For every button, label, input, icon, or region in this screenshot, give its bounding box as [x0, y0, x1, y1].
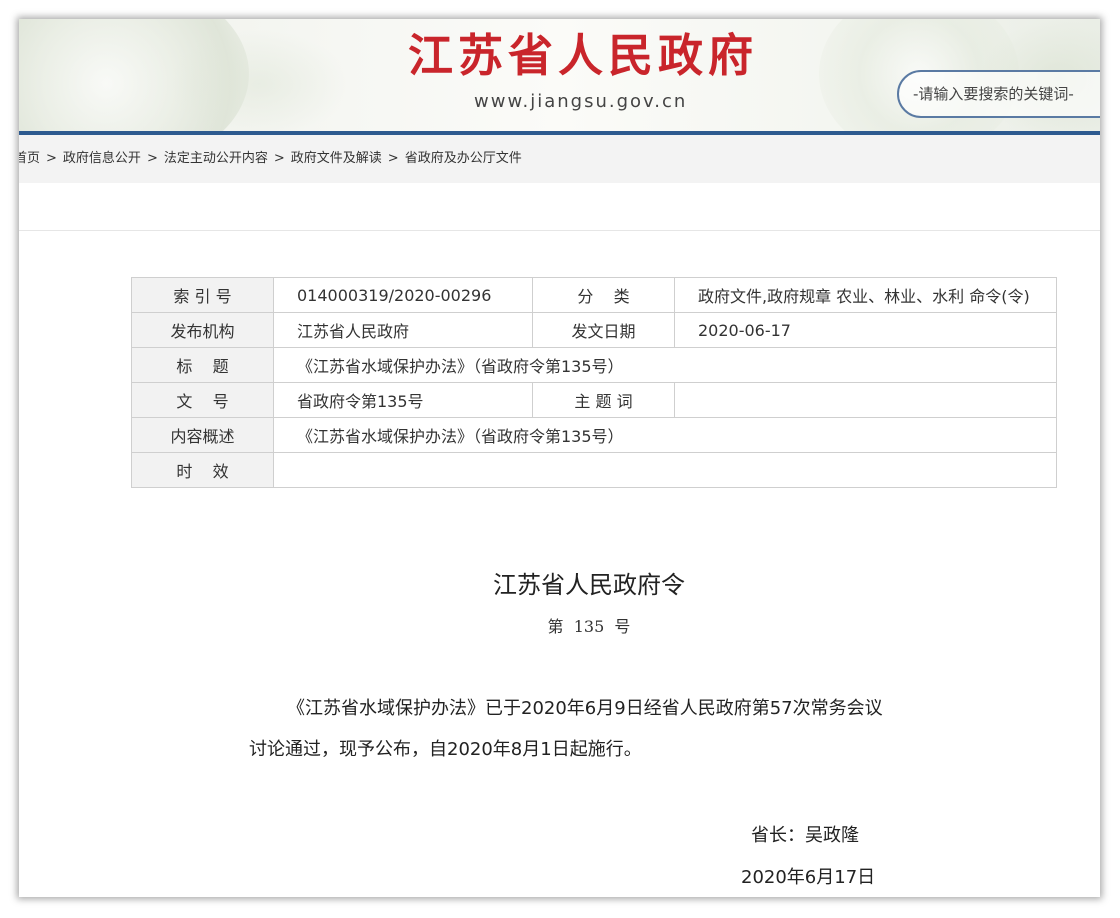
category-value: 政府文件,政府规章 农业、林业、水利 命令(令)	[674, 277, 1057, 313]
doc-number-value: 省政府令第135号	[273, 382, 533, 418]
validity-label: 时 效	[131, 452, 274, 488]
publisher-value: 江苏省人民政府	[273, 312, 533, 348]
section-divider	[19, 230, 1100, 231]
summary-value: 《江苏省水域保护办法》（省政府令第135号）	[273, 417, 1057, 453]
doc-number-label: 文 号	[131, 382, 274, 418]
breadcrumb-gov-documents[interactable]: 政府文件及解读	[291, 151, 382, 166]
index-label: 索 引 号	[131, 277, 274, 313]
index-value: 014000319/2020-00296	[273, 277, 533, 313]
document-meta-table: 索 引 号 014000319/2020-00296 分 类 政府文件,政府规章…	[131, 277, 1057, 488]
publisher-label: 发布机构	[131, 312, 274, 348]
table-row: 内容概述 《江苏省水域保护办法》（省政府令第135号）	[131, 417, 1057, 453]
date-value: 2020-06-17	[674, 312, 1057, 348]
title-label: 标 题	[131, 347, 274, 383]
validity-value	[273, 452, 1057, 488]
breadcrumb-statutory-content[interactable]: 法定主动公开内容	[164, 151, 268, 166]
keywords-value	[674, 382, 1057, 418]
title-value: 《江苏省水域保护办法》（省政府令第135号）	[273, 347, 1057, 383]
breadcrumb-gov-info[interactable]: 政府信息公开	[63, 151, 141, 166]
site-header: 江苏省人民政府 www.jiangsu.gov.cn	[19, 19, 1100, 134]
breadcrumb-separator: >	[146, 151, 158, 166]
table-row: 索 引 号 014000319/2020-00296 分 类 政府文件,政府规章…	[131, 277, 1057, 313]
site-title: 江苏省人民政府	[408, 29, 759, 82]
decorative-leaves	[169, 29, 349, 134]
search-input[interactable]	[913, 83, 1100, 105]
table-row: 发布机构 江苏省人民政府 发文日期 2020-06-17	[131, 312, 1057, 348]
body-paragraph: 讨论通过，现予公布，自2020年8月1日起施行。	[249, 739, 642, 760]
breadcrumb-provincial-documents[interactable]: 省政府及办公厅文件	[405, 151, 522, 166]
breadcrumb-separator: >	[46, 151, 57, 166]
search-box[interactable]	[897, 70, 1100, 118]
page-frame: 江苏省人民政府 www.jiangsu.gov.cn 首页 > 政府信息公开 > 法定主…	[19, 19, 1100, 897]
document-title: 江苏省人民政府令	[493, 571, 685, 599]
document-number: 第 135 号	[547, 617, 631, 636]
body-paragraph: 《江苏省水域保护办法》已于2020年6月9日经省人民政府第57次常务会议	[287, 698, 883, 719]
category-label: 分 类	[532, 277, 675, 313]
breadcrumb-home[interactable]: 首页	[19, 151, 40, 166]
table-row: 时 效	[131, 452, 1057, 488]
table-row: 文 号 省政府令第135号 主 题 词	[131, 382, 1057, 418]
sign-date: 2020年6月17日	[741, 867, 876, 888]
breadcrumb: 首页 > 政府信息公开 > 法定主动公开内容 > 政府文件及解读 > 省政府及办公厅文件	[19, 135, 1100, 183]
table-row: 标 题 《江苏省水域保护办法》（省政府令第135号）	[131, 347, 1057, 383]
summary-label: 内容概述	[131, 417, 274, 453]
signer: 省长：吴政隆	[751, 825, 859, 846]
keywords-label: 主 题 词	[532, 382, 675, 418]
site-domain: www.jiangsu.gov.cn	[474, 91, 688, 112]
date-label: 发文日期	[532, 312, 675, 348]
breadcrumb-separator: >	[387, 151, 399, 166]
breadcrumb-separator: >	[273, 151, 285, 166]
